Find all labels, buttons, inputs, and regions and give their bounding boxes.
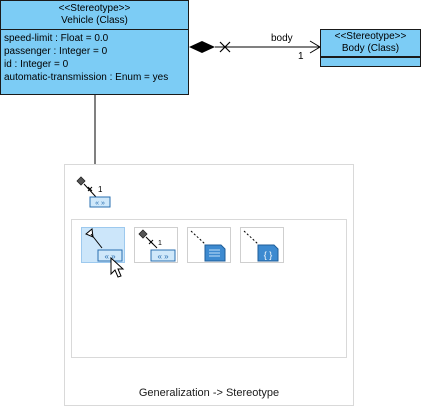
body-name: Body (Class): [341, 43, 400, 54]
constraint-option[interactable]: { }: [240, 227, 284, 263]
svg-text:« »: « »: [95, 200, 105, 207]
body-class[interactable]: <<Stereotype>> Body (Class): [320, 29, 421, 67]
vehicle-class[interactable]: <<Stereotype>> Vehicle (Class) speed-lim…: [0, 0, 189, 95]
association-multiplicity-label: 1: [298, 51, 304, 62]
vehicle-attribute[interactable]: passenger : Integer = 0: [4, 45, 185, 58]
body-stereotype: <<Stereotype>>: [334, 31, 407, 42]
vehicle-stereotype: <<Stereotype>>: [58, 3, 131, 14]
vehicle-attribute[interactable]: automatic-transmission : Enum = yes: [4, 71, 185, 84]
vehicle-attributes: speed-limit : Float = 0.0 passenger : In…: [1, 30, 188, 86]
association-role-label: body: [271, 33, 293, 44]
vehicle-attribute[interactable]: id : Integer = 0: [4, 58, 185, 71]
svg-text:{ }: { }: [264, 250, 273, 260]
vehicle-header: <<Stereotype>> Vehicle (Class): [1, 1, 188, 30]
body-header: <<Stereotype>> Body (Class): [321, 30, 420, 57]
palette-caption: Generalization -> Stereotype: [138, 387, 280, 399]
vehicle-name: Vehicle (Class): [61, 15, 128, 26]
mouse-pointer-icon: [110, 257, 126, 279]
note-option[interactable]: [187, 227, 231, 263]
composition-diamond: [189, 41, 215, 53]
vehicle-attribute[interactable]: speed-limit : Float = 0.0: [4, 32, 185, 45]
preview-multiplicity-label: 1: [98, 185, 103, 194]
body-operations: [321, 57, 420, 63]
composition-stereotype-option[interactable]: 1 « »: [134, 227, 178, 263]
svg-text:1: 1: [158, 240, 162, 247]
composition-stereotype-preview-icon: « »: [76, 175, 112, 211]
svg-text:« »: « »: [157, 252, 169, 261]
